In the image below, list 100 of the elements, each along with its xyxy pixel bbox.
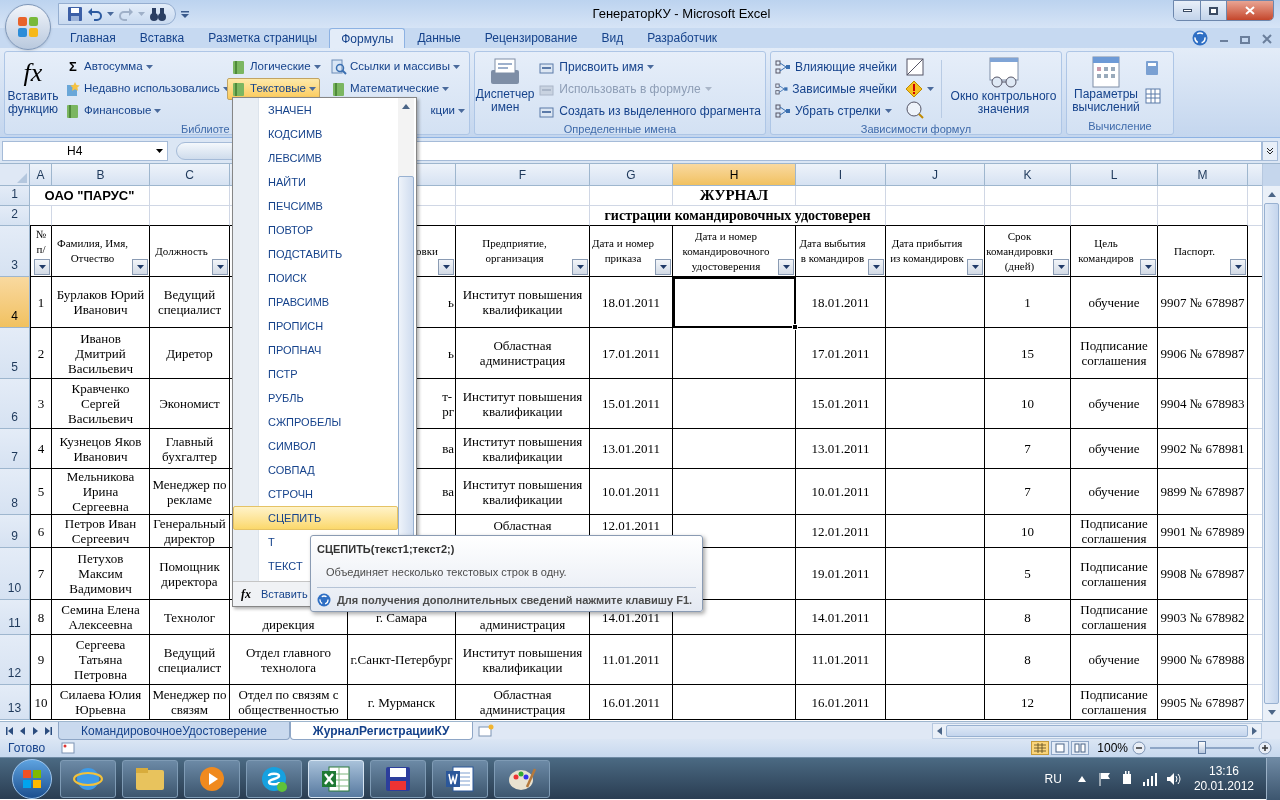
column-header[interactable]: A xyxy=(30,164,52,186)
row-header[interactable]: 7 xyxy=(0,429,30,469)
binoculars-icon[interactable] xyxy=(149,6,167,22)
column-header[interactable]: C xyxy=(150,164,230,186)
next-sheet-icon[interactable] xyxy=(32,726,39,735)
column-header[interactable]: H xyxy=(673,164,796,186)
customize-icon[interactable] xyxy=(180,9,190,19)
filter-button[interactable] xyxy=(34,259,50,275)
filter-button[interactable] xyxy=(1053,259,1069,275)
previous-sheet-icon[interactable] xyxy=(6,726,13,735)
taskbar-app-button[interactable] xyxy=(370,759,426,798)
taskbar-app-button[interactable] xyxy=(122,759,178,798)
restore-button[interactable] xyxy=(1201,1,1227,20)
menu-item[interactable]: НАЙТИ xyxy=(260,170,398,194)
show-formulas-icon[interactable] xyxy=(905,57,925,77)
zoom-slider-thumb[interactable] xyxy=(1198,741,1206,754)
save-icon[interactable] xyxy=(67,6,83,22)
help-icon[interactable] xyxy=(1192,30,1208,46)
column-header[interactable]: K xyxy=(985,164,1071,186)
filter-button[interactable] xyxy=(1230,259,1246,275)
row-header[interactable]: 4 xyxy=(0,277,30,328)
evaluate-formula-icon[interactable] xyxy=(905,100,925,120)
ribbon-button[interactable]: Σ Автосумма xyxy=(61,56,157,78)
column-header[interactable]: M xyxy=(1158,164,1248,186)
scroll-up-icon[interactable] xyxy=(402,103,410,109)
filter-button[interactable] xyxy=(778,259,794,275)
start-button[interactable] xyxy=(12,758,52,799)
previous-sheet-icon[interactable] xyxy=(19,726,26,735)
scroll-right-icon[interactable] xyxy=(1252,726,1257,735)
fill-handle[interactable] xyxy=(792,324,798,330)
menu-item[interactable]: ЛЕВСИМВ xyxy=(260,146,398,170)
expand-formula-bar-button[interactable] xyxy=(1262,140,1278,161)
filter-button[interactable] xyxy=(132,259,148,275)
taskbar-app-button[interactable] xyxy=(246,759,302,798)
vertical-scrollbar[interactable] xyxy=(1262,164,1280,721)
next-sheet-icon[interactable] xyxy=(45,726,52,735)
row-header[interactable]: 9 xyxy=(0,515,30,548)
horizontal-scrollbar[interactable] xyxy=(932,722,1262,739)
calculator-icon[interactable] xyxy=(1145,60,1159,76)
active-cell[interactable] xyxy=(673,277,796,328)
ribbon-tab[interactable]: Формулы xyxy=(329,28,406,48)
row-header[interactable]: 11 xyxy=(0,600,30,635)
sheet-tab[interactable]: КомандировочноеУдостоверение xyxy=(58,721,290,740)
taskbar-app-button[interactable] xyxy=(60,759,116,798)
filter-button[interactable] xyxy=(655,259,671,275)
menu-item[interactable]: ПОДСТАВИТЬ xyxy=(260,242,398,266)
menu-item[interactable]: СЦЕПИТЬ xyxy=(233,506,398,530)
warning-icon[interactable] xyxy=(905,80,923,98)
tray-arrow-icon[interactable] xyxy=(1077,775,1086,782)
watch-window-button[interactable]: Окно контрольного значения xyxy=(946,56,1061,122)
menu-item[interactable]: ПОВТОР xyxy=(260,218,398,242)
ribbon-button[interactable]: Финансовые xyxy=(61,100,166,122)
column-header[interactable]: I xyxy=(796,164,886,186)
ribbon-button[interactable]: Создать из выделенного фрагмента xyxy=(535,100,765,122)
page-break-icon[interactable] xyxy=(1071,741,1090,755)
undo-icon[interactable] xyxy=(87,6,103,22)
menu-item[interactable]: КОДСИМВ xyxy=(260,122,398,146)
name-box[interactable]: H4 xyxy=(2,140,168,161)
scroll-left-icon[interactable] xyxy=(937,726,942,735)
row-header[interactable]: 1 xyxy=(0,186,30,206)
language-indicator[interactable]: RU xyxy=(1044,769,1062,788)
column-header[interactable]: B xyxy=(52,164,150,186)
zoom-in-icon[interactable] xyxy=(1258,741,1272,755)
row-header[interactable]: 8 xyxy=(0,469,30,515)
sheet-tab[interactable]: ЖурналРегистрацииКУ xyxy=(289,721,473,740)
speaker-icon[interactable] xyxy=(1165,771,1182,786)
ribbon-button[interactable]: Убрать стрелки xyxy=(771,100,901,122)
ribbon-button[interactable]: Ссылки и массивы xyxy=(327,56,464,78)
minimize-button[interactable] xyxy=(1174,1,1201,20)
ribbon-tab[interactable]: Данные xyxy=(405,28,473,48)
menu-item[interactable]: ПЕЧСИМВ xyxy=(260,194,398,218)
ribbon-tab[interactable]: Разработчик xyxy=(635,28,730,48)
row-header[interactable]: 6 xyxy=(0,379,30,429)
normal-view-icon[interactable] xyxy=(1031,741,1050,755)
row-header[interactable]: 12 xyxy=(0,635,30,685)
row-header[interactable]: 5 xyxy=(0,328,30,379)
macro-record-icon[interactable] xyxy=(61,742,76,754)
ribbon-button[interactable]: Присвоить имя xyxy=(535,56,765,78)
taskbar-app-button[interactable] xyxy=(184,759,240,798)
filter-button[interactable] xyxy=(967,259,983,275)
ribbon-button[interactable]: Зависимые ячейки xyxy=(771,78,901,100)
column-header[interactable]: G xyxy=(590,164,673,186)
ribbon-tab[interactable]: Главная xyxy=(58,28,128,48)
scroll-down-icon[interactable] xyxy=(1267,710,1276,715)
filter-button[interactable] xyxy=(438,259,454,275)
column-header[interactable]: J xyxy=(886,164,985,186)
insert-function-button[interactable]: fx Вставить функцию xyxy=(5,56,61,122)
row-header[interactable]: 10 xyxy=(0,548,30,600)
filter-button[interactable] xyxy=(572,259,588,275)
scroll-up-icon[interactable] xyxy=(1267,192,1276,197)
clock[interactable]: 13:16 20.01.2012 xyxy=(1193,763,1254,794)
ribbon-button[interactable]: Логические xyxy=(227,56,325,78)
ribbon-tab[interactable]: Вид xyxy=(589,28,636,48)
taskbar-app-button[interactable] xyxy=(432,759,488,798)
menu-item[interactable]: Вставить xyxy=(259,585,308,603)
flag-icon[interactable] xyxy=(1097,771,1112,786)
ribbon-button[interactable]: Влияющие ячейки xyxy=(771,56,901,78)
name-manager-button[interactable]: Диспетчер имен xyxy=(475,56,536,122)
office-button[interactable] xyxy=(5,4,51,50)
show-desktop-button[interactable] xyxy=(1266,757,1280,800)
